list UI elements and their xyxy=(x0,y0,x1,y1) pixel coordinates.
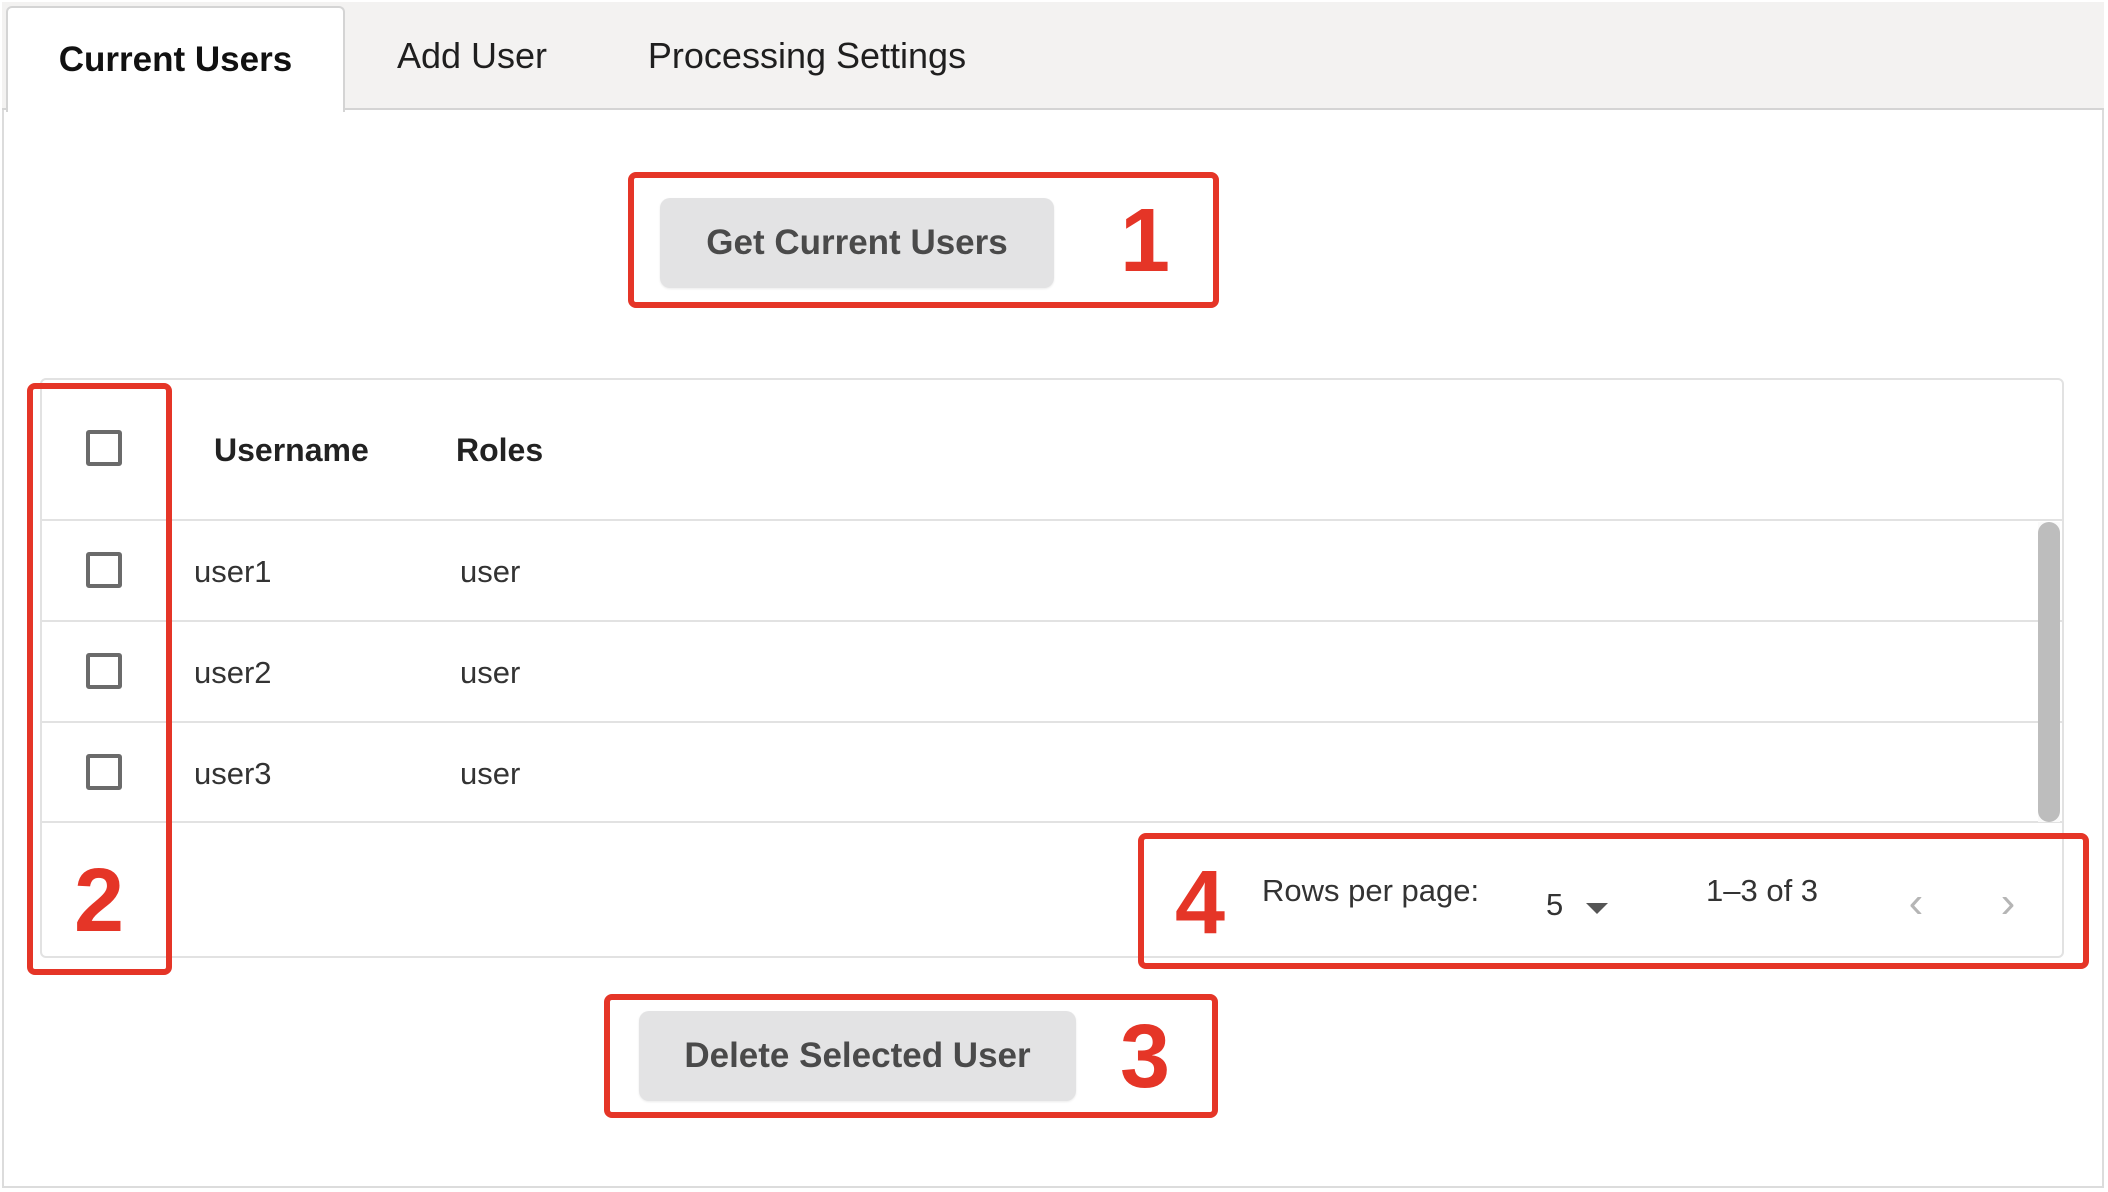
roles-cell: user xyxy=(460,756,521,791)
tab-bar: Current Users Add User Processing Settin… xyxy=(2,2,2104,112)
roles-cell: user xyxy=(460,655,521,690)
column-header-roles[interactable]: Roles xyxy=(456,432,543,469)
tab-current-users[interactable]: Current Users xyxy=(6,6,345,112)
table-row[interactable]: user1 user xyxy=(42,521,2062,622)
annotation-number-2: 2 xyxy=(74,851,125,951)
table-scrollbar[interactable] xyxy=(2038,522,2060,822)
annotation-number-3: 3 xyxy=(1120,1007,1171,1107)
column-header-username[interactable]: Username xyxy=(214,432,369,469)
tab-processing-settings[interactable]: Processing Settings xyxy=(632,2,982,110)
annotation-number-4: 4 xyxy=(1175,853,1226,953)
table-row[interactable]: user3 user xyxy=(42,723,2062,823)
roles-cell: user xyxy=(460,554,521,589)
table-row[interactable]: user2 user xyxy=(42,622,2062,723)
username-cell: user3 xyxy=(194,756,272,791)
username-cell: user2 xyxy=(194,655,272,690)
tab-add-user[interactable]: Add User xyxy=(382,2,562,110)
table-header-row: Username Roles xyxy=(42,380,2062,521)
scrollbar-thumb[interactable] xyxy=(2038,522,2060,822)
annotation-number-1: 1 xyxy=(1120,191,1171,291)
username-cell: user1 xyxy=(194,554,272,589)
annotation-box-4 xyxy=(1138,833,2089,969)
